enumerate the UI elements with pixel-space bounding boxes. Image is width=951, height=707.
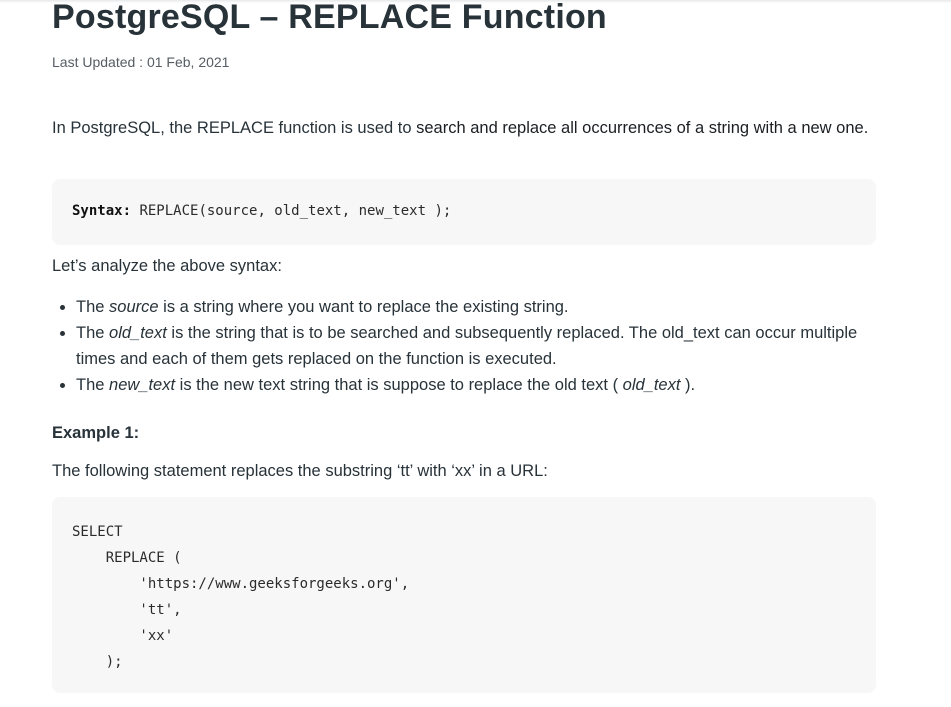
syntax-text: REPLACE(source, old_text, new_text ); [131,203,452,219]
list-item-text: The [76,324,110,342]
last-updated: Last Updated : 01 Feb, 2021 [52,54,230,70]
intro-paragraph: In PostgreSQL, the REPLACE function is u… [52,115,872,142]
list-item-text: is the string that is to be searched and… [76,324,858,368]
page-title: PostgreSQL – REPLACE Function [52,0,607,36]
term-source: source [109,298,159,316]
syntax-code-block: Syntax: REPLACE(source, old_text, new_te… [52,179,876,245]
parameter-list: The source is a string where you want to… [52,294,866,398]
list-item-text: is the new text string that is suppose t… [175,376,623,394]
example-code-block: SELECT REPLACE ( 'https://www.geeksforge… [52,497,876,693]
intro-text-part2: search and replace all occurrences of a … [416,119,869,137]
list-item-text: The [76,376,110,394]
analyze-text: Let’s analyze the above syntax: [52,257,282,275]
list-item-text: is a string where you want to replace th… [158,298,569,316]
intro-text-part1: In PostgreSQL, the REPLACE function is u… [52,119,417,137]
term-old-text-ref: old_text [622,376,681,394]
list-item-old-text: The old_text is the string that is to be… [76,320,866,372]
syntax-label: Syntax: [72,203,132,219]
list-item-text: The [76,298,110,316]
example-statement: The following statement replaces the sub… [52,462,548,480]
example-heading: Example 1: [52,424,140,442]
list-item-new-text: The new_text is the new text string that… [76,372,866,398]
term-new-text: new_text [109,376,176,394]
list-item-source: The source is a string where you want to… [76,294,866,320]
list-item-text: ). [680,376,696,394]
term-old-text: old_text [109,324,167,342]
